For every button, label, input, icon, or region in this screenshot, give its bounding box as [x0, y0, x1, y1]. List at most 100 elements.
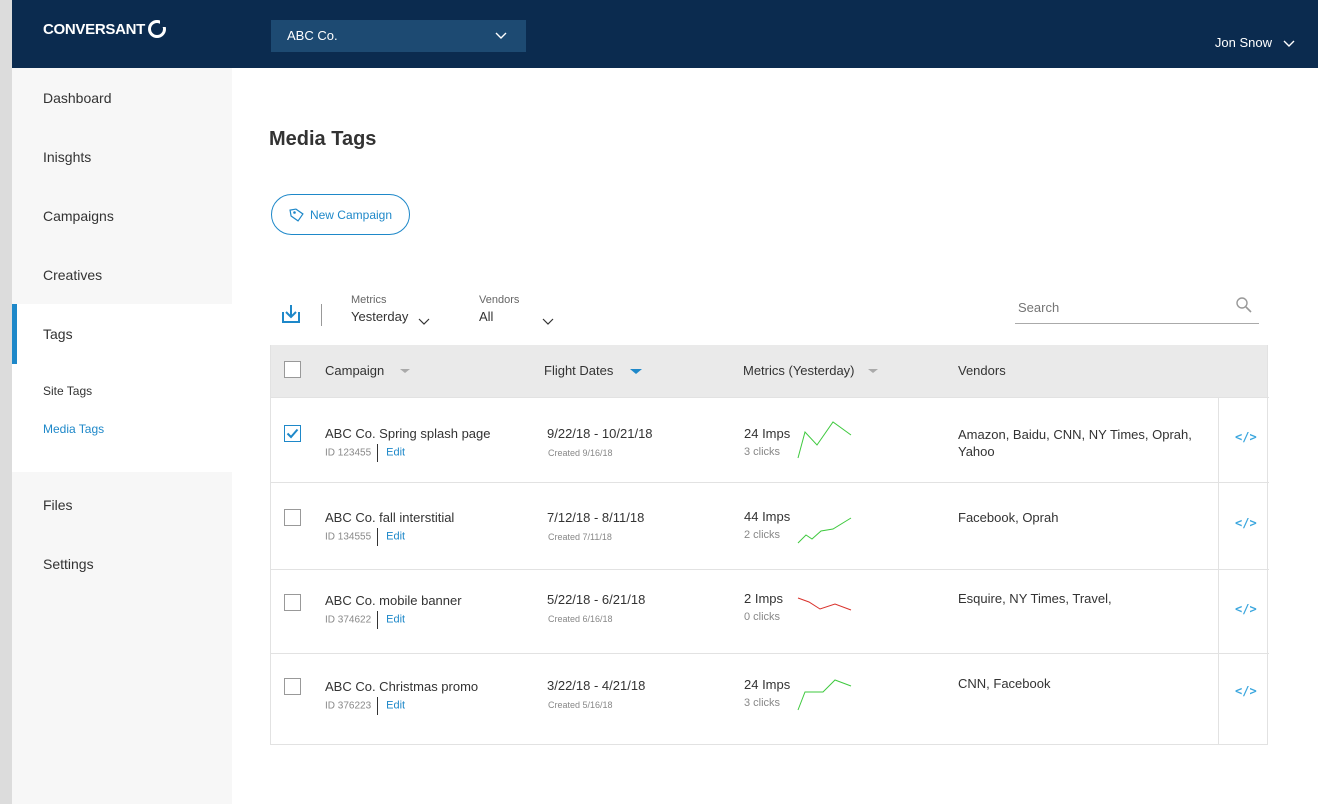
edit-link[interactable]: Edit	[386, 447, 405, 459]
trend-sparkline	[797, 517, 852, 544]
search-box	[1015, 294, 1259, 324]
created-date: Created 6/16/18	[548, 614, 613, 624]
sort-down-icon	[630, 369, 642, 374]
vendors: Amazon, Baidu, CNN, NY Times, Oprah, Yah…	[958, 427, 1192, 459]
table-row: ABC Co. Spring splash page ID 123455 Edit…	[271, 397, 1269, 483]
trend-sparkline	[797, 679, 852, 711]
edit-link[interactable]: Edit	[386, 614, 405, 626]
media-tags-table: Campaign Flight Dates Metrics (Yesterday…	[270, 345, 1269, 745]
column-header-vendors: Vendors	[958, 363, 1006, 378]
id-divider	[377, 444, 379, 462]
vendors-filter[interactable]: Vendors All	[479, 294, 554, 325]
tags-subnav: Site Tags Media Tags	[12, 364, 232, 472]
campaign-name: ABC Co. Christmas promo	[325, 679, 479, 694]
sidebar-item-insights[interactable]: Inisghts	[12, 127, 232, 186]
id-divider	[377, 697, 379, 715]
sidebar-item-dashboard[interactable]: Dashboard	[12, 68, 232, 127]
code-cell: </>	[1218, 570, 1269, 654]
table-header: Campaign Flight Dates Metrics (Yesterday…	[271, 345, 1267, 397]
column-header-metrics-label: Metrics (Yesterday)	[743, 363, 855, 378]
sidebar-item-creatives[interactable]: Creatives	[12, 245, 232, 304]
sparkline-path	[797, 679, 852, 711]
chevron-down-icon	[495, 32, 507, 39]
sidebar-item-tags[interactable]: Tags	[12, 304, 232, 364]
row-checkbox[interactable]	[284, 678, 301, 695]
impressions: 2 Imps	[744, 591, 784, 606]
impressions: 24 Imps	[744, 677, 791, 692]
search-icon[interactable]	[1235, 296, 1253, 314]
metrics-filter[interactable]: Metrics Yesterday	[351, 294, 430, 325]
campaign-id-value: ID 376223	[325, 700, 372, 712]
account-selector-value: ABC Co.	[287, 28, 338, 43]
id-divider	[377, 528, 379, 546]
sparkline-path	[797, 597, 852, 611]
brand-mark-icon	[148, 20, 168, 38]
sidebar-item-campaigns[interactable]: Campaigns	[12, 186, 232, 245]
row-checkbox[interactable]	[284, 509, 301, 526]
table-toolbar: Metrics Yesterday Vendors All	[269, 290, 1259, 330]
sidebar-item-files[interactable]: Files	[12, 476, 232, 534]
column-header-flight-dates[interactable]: Flight Dates	[544, 363, 643, 378]
embed-code-icon[interactable]: </>	[1235, 430, 1257, 444]
edit-link[interactable]: Edit	[386, 531, 405, 543]
vendors: CNN, Facebook	[958, 676, 1051, 691]
subnav-item-site-tags[interactable]: Site Tags	[43, 382, 232, 420]
campaign-id: ID 376223 Edit	[325, 697, 405, 715]
campaign-name: ABC Co. Spring splash page	[325, 426, 491, 441]
select-all-checkbox[interactable]	[284, 361, 301, 378]
search-input[interactable]	[1015, 294, 1215, 321]
campaign-id: ID 123455 Edit	[325, 444, 405, 462]
trend-sparkline	[797, 421, 852, 459]
account-selector[interactable]: ABC Co.	[271, 20, 526, 52]
vendors: Facebook, Oprah	[958, 510, 1059, 525]
column-header-metrics[interactable]: Metrics (Yesterday)	[743, 363, 880, 378]
sort-down-icon	[868, 369, 879, 373]
column-header-campaign[interactable]: Campaign	[325, 363, 412, 378]
created-date: Created 9/16/18	[548, 448, 613, 458]
column-header-campaign-label: Campaign	[325, 363, 385, 378]
flight-dates: 5/22/18 - 6/21/18	[547, 592, 646, 607]
id-divider	[377, 611, 379, 629]
embed-code-icon[interactable]: </>	[1235, 516, 1257, 530]
campaign-name: ABC Co. mobile banner	[325, 593, 462, 608]
new-campaign-label: New Campaign	[309, 207, 393, 222]
download-icon[interactable]	[279, 302, 303, 326]
clicks: 2 clicks	[744, 529, 781, 541]
page-title: Media Tags	[269, 128, 377, 150]
row-checkbox[interactable]	[284, 425, 301, 442]
table-row: ABC Co. fall interstitial ID 134555 Edit …	[271, 482, 1269, 570]
campaign-name: ABC Co. fall interstitial	[325, 510, 455, 525]
metrics-filter-value: Yesterday	[351, 309, 409, 324]
edit-link[interactable]: Edit	[386, 700, 405, 712]
flight-dates: 3/22/18 - 4/21/18	[547, 678, 646, 693]
row-checkbox[interactable]	[284, 594, 301, 611]
campaign-id-value: ID 123455	[325, 447, 372, 459]
check-icon	[286, 428, 299, 439]
trend-sparkline	[797, 597, 852, 611]
top-bar: CONVERSANT ABC Co. Jon Snow	[12, 0, 1318, 68]
campaign-id: ID 134555 Edit	[325, 528, 405, 546]
embed-code-icon[interactable]: </>	[1235, 602, 1257, 616]
chevron-down-icon[interactable]	[1282, 36, 1296, 50]
brand-logo[interactable]: CONVERSANT	[43, 20, 168, 38]
clicks: 3 clicks	[744, 446, 781, 458]
code-cell: </>	[1218, 654, 1269, 745]
brand-name: CONVERSANT	[43, 20, 146, 38]
sidebar-item-settings[interactable]: Settings	[12, 534, 232, 593]
impressions: 44 Imps	[744, 509, 791, 524]
embed-code-icon[interactable]: </>	[1235, 684, 1257, 698]
chevron-down-icon	[418, 318, 430, 325]
impressions: 24 Imps	[744, 426, 791, 441]
flight-dates: 9/22/18 - 10/21/18	[547, 426, 653, 441]
sparkline-path	[797, 421, 852, 459]
sidebar: Dashboard Inisghts Campaigns Creatives T…	[12, 68, 232, 804]
new-campaign-button[interactable]: New Campaign	[271, 194, 410, 235]
user-menu[interactable]: Jon Snow	[1215, 35, 1272, 50]
toolbar-divider	[321, 304, 322, 326]
tag-icon	[289, 207, 304, 222]
vendors-filter-label: Vendors	[479, 294, 520, 306]
campaign-id-value: ID 374622	[325, 614, 372, 626]
created-date: Created 5/16/18	[548, 700, 613, 710]
main-content: Media Tags New Campaign Metrics Yesterda…	[232, 68, 1318, 804]
subnav-item-media-tags[interactable]: Media Tags	[43, 420, 232, 458]
